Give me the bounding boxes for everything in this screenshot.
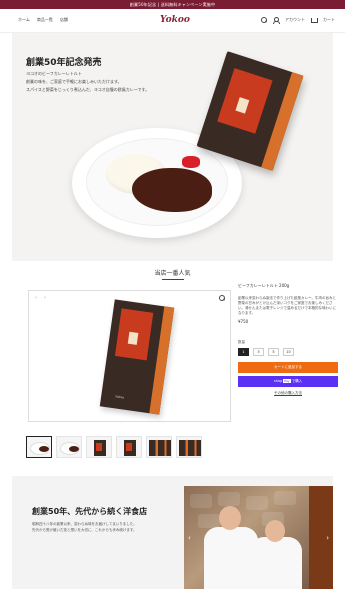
nav-link-store[interactable]: 店舗 bbox=[60, 17, 68, 23]
story-text: 先代から受け継いだ技と想いを大切に、これからも歩み続けます。 bbox=[32, 528, 137, 532]
story-text: 昭和四十八年の創業以来、変わらぬ味をお届けしてまいりました。 bbox=[32, 522, 137, 526]
search-icon[interactable] bbox=[261, 17, 267, 23]
quantity-label: 数量 bbox=[238, 340, 245, 344]
hero-title: 創業50年記念発売 bbox=[26, 58, 102, 68]
announcement-bar: 創業50年記念 | 送料無料キャンペーン実施中 bbox=[0, 0, 345, 9]
thumbnail-strip bbox=[26, 436, 206, 460]
site-header: ホーム 商品一覧 店舗 Yokoo アカウント カート bbox=[0, 9, 345, 33]
add-to-cart-button[interactable]: カートに追加する bbox=[238, 362, 338, 373]
quantity-option[interactable]: 10 bbox=[283, 348, 294, 356]
story-banner: 創業50年、先代から続く洋食店 昭和四十八年の創業以来、変わらぬ味をお届けしてま… bbox=[12, 476, 333, 589]
quantity-option[interactable]: 3 bbox=[253, 348, 264, 356]
nav-link-home[interactable]: ホーム bbox=[18, 17, 30, 23]
header-nav-left: ホーム 商品一覧 店舗 bbox=[18, 17, 68, 23]
thumbnail[interactable] bbox=[146, 436, 172, 458]
product-gallery[interactable]: ‹ › Yokoo bbox=[28, 290, 231, 422]
thumbnail[interactable] bbox=[26, 436, 52, 458]
header-nav-right: アカウント カート bbox=[261, 17, 335, 24]
gallery-next-icon[interactable]: › bbox=[44, 295, 46, 301]
box-brand: Yokoo bbox=[115, 394, 125, 400]
more-payment-link[interactable]: その他の購入方法 bbox=[238, 391, 338, 396]
hero-line: スパイスと野菜をじっくり煮込んだ、ヨコオ自慢の欧風カレーです。 bbox=[26, 87, 150, 92]
thumbnail[interactable] bbox=[56, 436, 82, 458]
hero-line: 創業の味を、ご家庭で手軽にお楽しみいただけます。 bbox=[26, 79, 122, 84]
story-title: 創業50年、先代から続く洋食店 bbox=[32, 507, 148, 516]
cart-icon[interactable] bbox=[311, 17, 318, 23]
product-description: 創業以来変わらぬ製法で作り上げた欧風カレー。牛肉の旨みと野菜の甘みがとけ込んだ深… bbox=[238, 296, 336, 315]
hero-banner[interactable]: 創業50年記念発売 ヨコオのビーフカレーレトルト 創業の味を、ご家庭で手軽にお楽… bbox=[12, 33, 333, 261]
product-price: ¥750 bbox=[238, 319, 249, 324]
quantity-option[interactable]: 5 bbox=[268, 348, 279, 356]
product-title: ビーフカレーレトルト 200g bbox=[238, 283, 290, 288]
chefs-photo bbox=[184, 486, 333, 589]
shop-pay-suffix: で購入 bbox=[291, 379, 303, 383]
product-main-image: Yokoo bbox=[99, 299, 175, 415]
section-title: 当店一番人気 bbox=[154, 270, 191, 277]
thumbnail[interactable] bbox=[176, 436, 202, 458]
story-prev-icon[interactable]: ‹ bbox=[188, 534, 191, 542]
product-info: ビーフカレーレトルト 200g 創業以来変わらぬ製法で作り上げた欧風カレー。牛肉… bbox=[238, 283, 338, 396]
cart-link[interactable]: カート bbox=[323, 17, 335, 23]
section-underline bbox=[162, 279, 184, 280]
site-logo[interactable]: Yokoo bbox=[160, 15, 190, 25]
hero-line: ヨコオのビーフカレーレトルト bbox=[26, 71, 82, 76]
thumbnail[interactable] bbox=[116, 436, 142, 458]
account-link[interactable]: アカウント bbox=[285, 17, 305, 23]
story-next-icon[interactable]: › bbox=[326, 534, 329, 542]
nav-link-products[interactable]: 商品一覧 bbox=[37, 17, 53, 23]
zoom-icon[interactable] bbox=[219, 295, 225, 301]
account-icon[interactable] bbox=[273, 17, 280, 24]
thumbnail[interactable] bbox=[86, 436, 112, 458]
shop-pay-button[interactable]: shop Pay で購入 bbox=[238, 376, 338, 387]
shop-pay-badge: Pay bbox=[283, 379, 291, 383]
quantity-selector: 1 3 5 10 bbox=[238, 348, 338, 356]
quantity-option[interactable]: 1 bbox=[238, 348, 249, 356]
shop-pay-prefix: shop bbox=[273, 379, 283, 383]
gallery-prev-icon[interactable]: ‹ bbox=[35, 295, 37, 301]
